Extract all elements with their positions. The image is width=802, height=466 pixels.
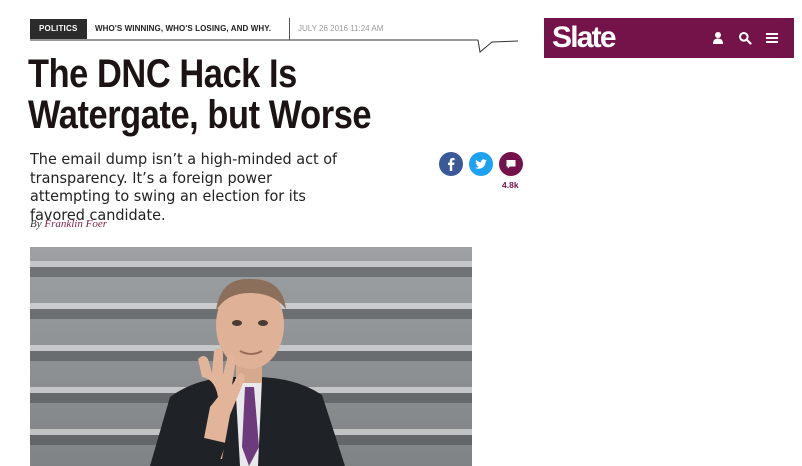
comment-count[interactable]: 4.8k [502,180,519,190]
slate-logo[interactable]: Slate [552,20,617,56]
author-link[interactable]: Franklin Foer [44,218,107,230]
facebook-icon [448,157,455,171]
publish-date: JULY 26 2016 11:24 AM [298,24,384,33]
series-title[interactable]: WHO'S WINNING, WHO'S LOSING, AND WHY. [95,19,271,39]
section-label[interactable]: POLITICS [30,19,87,39]
article-headline: The DNC Hack Is Watergate, but Worse [28,54,389,136]
article-dek: The email dump isn’t a high-minded act o… [30,150,338,224]
byline-prefix: By [30,218,42,230]
article-photo [30,247,472,466]
search-icon[interactable] [738,31,752,45]
twitter-icon [475,159,487,169]
share-tools: 4.8k [439,152,529,192]
putin-waving-image [30,247,472,466]
article-kicker: POLITICS WHO'S WINNING, WHO'S LOSING, AN… [30,18,518,54]
headline-line-2: Watergate, but Worse [28,93,372,137]
slate-header: Slate [544,18,794,58]
user-icon[interactable] [711,31,725,45]
comments-button[interactable] [499,152,523,176]
byline: By Franklin Foer [30,218,107,230]
twitter-share-button[interactable] [469,152,493,176]
facebook-share-button[interactable] [439,152,463,176]
kicker-divider [289,18,290,40]
headline-line-1: The DNC Hack Is [28,52,297,96]
menu-icon[interactable] [765,31,779,45]
comment-icon [506,160,516,169]
